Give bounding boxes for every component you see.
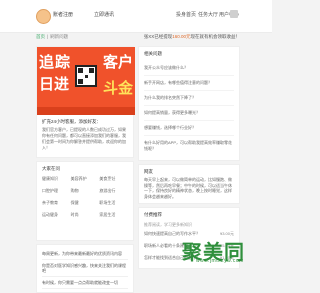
user-name[interactable]: 账者注册 xyxy=(53,11,73,18)
notice-amount: 160.00元 xyxy=(172,34,191,39)
promo-text-block: 扩充24小时客服，添加好友： 我们官方客户，已提现的人数已成功过万，如果你有任何… xyxy=(37,115,133,157)
category-grid: 健康知识 美容养护 美食烹饪 口腔护理 购物 旅游出行 亲子教育 保健 职场生活… xyxy=(42,176,128,218)
answer-author: 网友 xyxy=(144,169,153,174)
category-item[interactable]: 时尚 xyxy=(71,212,100,218)
promo-text: 我们官方客户，已提现的人数已成功过万，如果你有任何问题，都可以直接添加我们的客服… xyxy=(42,127,126,150)
nav-home[interactable]: 投身首页 xyxy=(176,11,196,18)
question-item[interactable]: 有什么好用的APP，可以帮助我提高效率赚取零花钱呢？ xyxy=(144,136,234,156)
promo-banner[interactable]: 追踪 客户 日进 斗金 xyxy=(37,47,135,115)
category-item[interactable]: 旅游出行 xyxy=(99,188,128,194)
feed-item[interactable]: 你是否对医学知识感兴趣，快来关注我们的课程吧 xyxy=(42,260,128,277)
site-logo-icon[interactable] xyxy=(230,10,238,18)
category-item[interactable]: 保健 xyxy=(71,200,100,206)
question-item[interactable]: 为什么我的排名突然下降了？ xyxy=(144,91,234,106)
category-title: 大家在问 xyxy=(42,166,60,171)
category-item[interactable]: 运动健身 xyxy=(42,212,71,218)
promo-title: 扩充24小时客服，添加好友： xyxy=(42,119,102,124)
category-item[interactable]: 家居生活 xyxy=(99,212,128,218)
user-avatar[interactable] xyxy=(36,9,51,24)
withdraw-notice: 张XX已经提现160.00元现在就有机会领取收益！ xyxy=(144,34,240,40)
question-item[interactable]: 想要赚钱，选择哪个行业好？ xyxy=(144,121,234,136)
banner-line-3: 日进 xyxy=(39,76,70,93)
category-item[interactable]: 美食烹饪 xyxy=(99,176,128,182)
feed-card: 每周更新，为你带来最新最好的优质资讯内容 你是否对医学知识感兴趣，快来关注我们的… xyxy=(36,244,134,293)
breadcrumb-current: 刷新问题 xyxy=(50,34,69,39)
category-card: 大家在问 健康知识 美容养护 美食烹饪 口腔护理 购物 旅游出行 亲子教育 保健… xyxy=(36,161,134,241)
notice-prefix: 张XX已经提现 xyxy=(143,34,173,39)
feed-item[interactable]: 每周更新，为你带来最新最好的优质资讯内容 xyxy=(42,248,128,260)
category-item[interactable]: 口腔护理 xyxy=(42,188,71,194)
paid-title: 付费推荐 xyxy=(144,212,162,217)
banner-strip xyxy=(37,107,135,115)
breadcrumb-home[interactable]: 首页 xyxy=(36,34,45,39)
qr-code-icon xyxy=(75,65,97,87)
questions-title: 相关问题 xyxy=(144,51,162,56)
category-item[interactable]: 购物 xyxy=(71,188,100,194)
feed-item[interactable]: 有时候，你只需要一点点帮助就能改变一切 xyxy=(42,277,128,289)
answer-panel: 网友 每天早上起来，可以做简单的运动，比如慢跑、做操等，然后再吃早餐；中午的时候… xyxy=(138,164,240,204)
left-column: 追踪 客户 日进 斗金 扩充24小时客服，添加好友： 我们官方客户，已提现的人数… xyxy=(36,46,135,293)
category-item[interactable]: 美容养护 xyxy=(71,176,100,182)
questions-panel: 相关问题 我开公众号应该做什么？ 新手开网店，有哪些值得注意的问题？ 为什么我的… xyxy=(138,46,240,161)
banner-line-1: 追踪 xyxy=(39,54,72,71)
top-bar: 账者注册 立即通讯 投身首页 任务大厅 用户中心 xyxy=(0,0,272,33)
nav-task-hall[interactable]: 任务大厅 xyxy=(198,11,218,18)
banner-line-4: 斗金 xyxy=(102,80,133,97)
question-item[interactable]: 如何提高销量，获得更多曝光？ xyxy=(144,106,234,121)
question-item[interactable]: 我开公众号应该做什么？ xyxy=(144,61,234,76)
category-item[interactable]: 健康知识 xyxy=(42,176,71,182)
category-item[interactable]: 职场生活 xyxy=(99,200,128,206)
breadcrumb: 首页 | 刷新问题 张XX已经提现160.00元现在就有机会领取收益！ xyxy=(36,34,240,40)
notice-suffix: 现在就有机会领取收益！ xyxy=(190,34,241,39)
banner-line-2: 客户 xyxy=(102,54,133,71)
category-item[interactable]: 亲子教育 xyxy=(42,200,71,206)
vip-link[interactable]: 立即通讯 xyxy=(94,11,114,18)
answer-text: 每天早上起来，可以做简单的运动，比如慢跑、做操等，然后再吃早餐；中午的时候，可以… xyxy=(144,177,232,199)
promo-card: 追踪 客户 日进 斗金 扩充24小时客服，添加好友： 我们官方客户，已提现的人数… xyxy=(36,46,135,158)
watermark-url: www.jmtxzyw.com xyxy=(196,258,244,264)
question-item[interactable]: 新手开网店，有哪些值得注意的问题？ xyxy=(144,76,234,91)
